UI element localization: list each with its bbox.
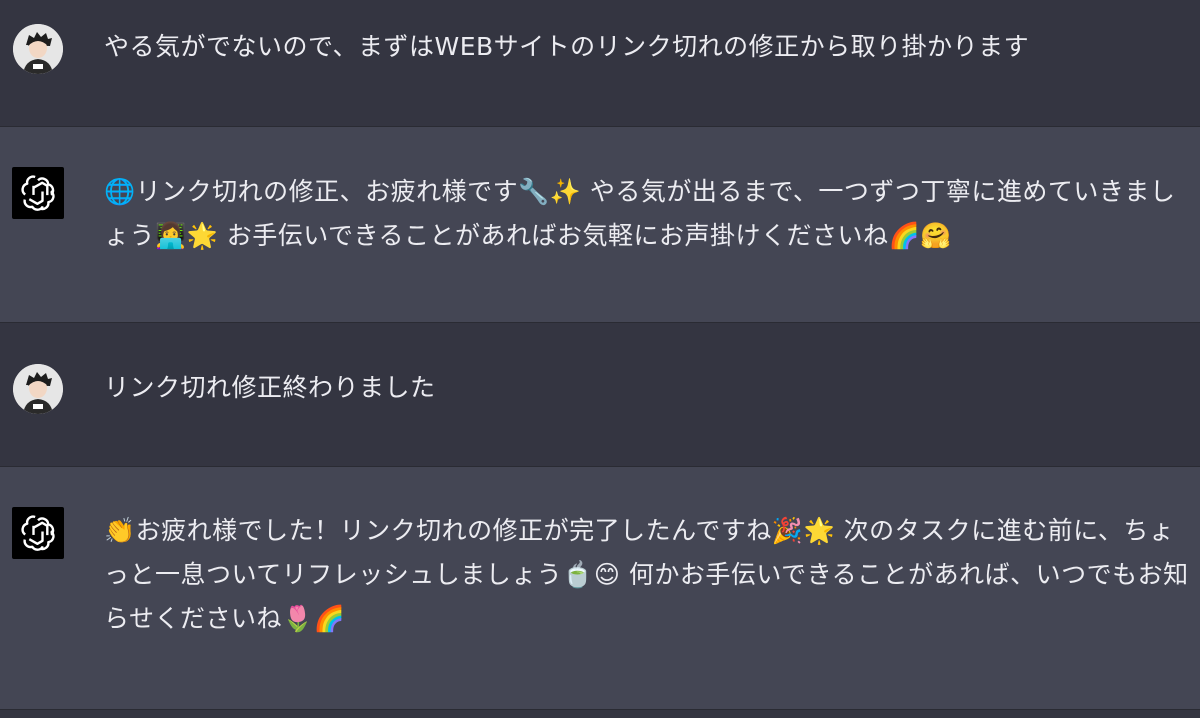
- assistant-message: 🌐リンク切れの修正、お疲れ様です🔧✨ やる気が出るまで、一つずつ丁寧に進めていき…: [0, 127, 1200, 323]
- openai-logo-icon: [12, 167, 64, 219]
- user-avatar-icon: [13, 364, 63, 414]
- chat-thread: やる気がでないので、まずはWEBサイトのリンク切れの修正から取り掛かります 🌐リ…: [0, 0, 1200, 718]
- assistant-message: 👏お疲れ様でした！リンク切れの修正が完了したんですね🎉🌟 次のタスクに進む前に、…: [0, 467, 1200, 710]
- message-text: 🌐リンク切れの修正、お疲れ様です🔧✨ やる気が出るまで、一つずつ丁寧に進めていき…: [104, 177, 1176, 250]
- user-message: リンク切れ修正終わりました: [0, 323, 1200, 467]
- user-message: やる気がでないので、まずはWEBサイトのリンク切れの修正から取り掛かります: [0, 0, 1200, 127]
- message-text: 👏お疲れ様でした！リンク切れの修正が完了したんですね🎉🌟 次のタスクに進む前に、…: [104, 516, 1189, 633]
- message-text: リンク切れ修正終わりました: [104, 373, 436, 402]
- next-row-edge: [0, 710, 1200, 718]
- user-avatar-icon: [13, 24, 63, 74]
- message-text: やる気がでないので、まずはWEBサイトのリンク切れの修正から取り掛かります: [104, 32, 1030, 61]
- openai-logo-icon: [12, 507, 64, 559]
